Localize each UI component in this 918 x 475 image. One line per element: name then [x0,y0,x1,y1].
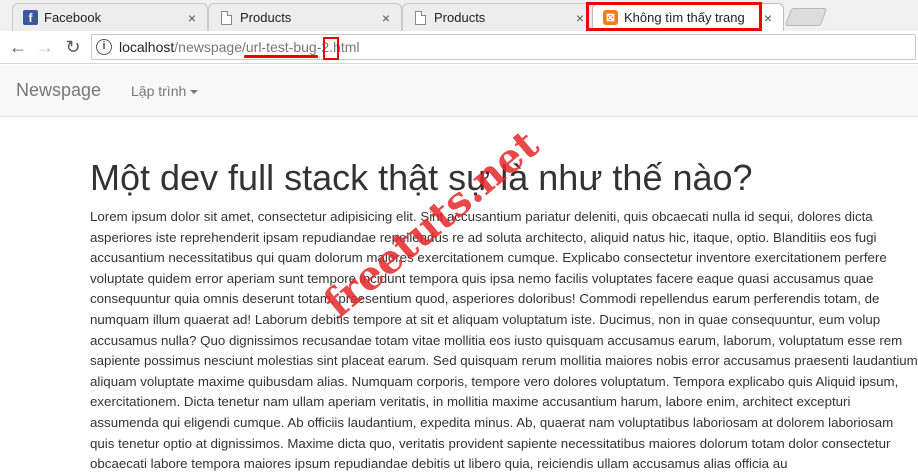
tab-close-icon[interactable]: × [761,10,775,26]
url-path: /newspage/ [174,39,246,55]
page-icon [413,10,428,25]
highlight-underline-slug [244,55,318,58]
tab-title: Products [434,10,486,25]
browser-tab-strip: f Facebook × Products × Products × ⊠ Khô… [0,0,918,31]
brand-link[interactable]: Newspage [16,80,101,101]
article: Một dev full stack thật sự là như thế nà… [90,150,918,475]
url-slug: url-test-bug [245,39,317,55]
tab-title: Products [240,10,292,25]
highlight-box-active-tab [586,2,762,31]
tab-facebook[interactable]: f Facebook × [12,3,208,31]
nav-dropdown-label: Lập trình [131,83,187,99]
tab-title: Facebook [44,10,102,25]
tab-products-2[interactable]: Products × [402,3,596,31]
new-tab-button[interactable] [784,8,828,26]
facebook-icon: f [23,10,38,25]
tab-close-icon[interactable]: × [185,10,199,26]
address-bar[interactable]: i localhost/newspage/url-test-bug -2 .html [91,34,916,60]
tab-close-icon[interactable]: × [379,10,393,26]
info-icon[interactable]: i [96,39,112,55]
article-title: Một dev full stack thật sự là như thế nà… [90,157,753,198]
back-arrow-icon[interactable]: ← [7,36,29,58]
caret-down-icon [190,90,199,95]
highlight-box-id [323,37,339,60]
site-navbar: Newspage Lập trình [0,65,918,117]
page-icon [219,10,234,25]
article-body: Lorem ipsum dolor sit amet, consectetur … [90,209,918,472]
tab-products-1[interactable]: Products × [208,3,402,31]
browser-toolbar: ← → ↻ i localhost/newspage/url-test-bug -… [0,31,918,64]
reload-icon[interactable]: ↻ [62,36,84,58]
forward-arrow-icon[interactable]: → [34,36,56,58]
url-host: localhost [119,39,175,55]
tab-close-icon[interactable]: × [573,10,587,26]
nav-dropdown-lap-trinh[interactable]: Lập trình [131,83,199,99]
